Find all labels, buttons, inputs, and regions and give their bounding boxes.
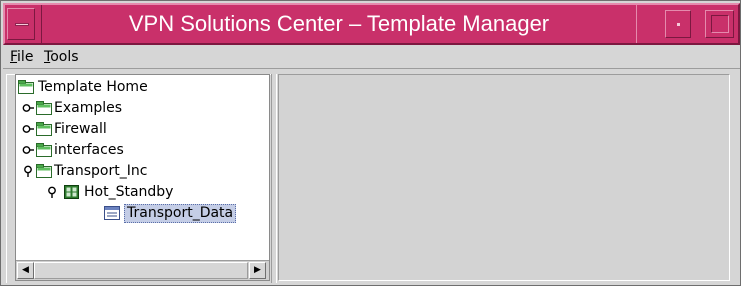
menu-file-mnemonic: F xyxy=(10,49,18,65)
scroll-right-button[interactable]: ▶ xyxy=(249,262,266,279)
title-bar[interactable]: VPN Solutions Center – Template Manager xyxy=(3,3,740,45)
collapsed-handle-icon[interactable] xyxy=(22,102,34,114)
horizontal-scrollbar[interactable]: ◀ ▶ xyxy=(16,260,269,280)
window-menu-icon xyxy=(15,23,29,26)
menu-tools[interactable]: Tools xyxy=(41,47,82,67)
menu-bar: File Tools xyxy=(3,45,740,69)
menu-file[interactable]: File xyxy=(7,47,36,67)
tree-item-label: Transport_Data xyxy=(124,204,237,223)
tree-item-label: Template Home xyxy=(38,79,148,95)
scroll-left-button[interactable]: ◀ xyxy=(17,262,34,279)
window-menu-button[interactable] xyxy=(7,8,35,40)
collapsed-handle-icon[interactable] xyxy=(22,144,34,156)
minimize-icon xyxy=(677,23,680,26)
folder-icon xyxy=(36,122,52,136)
folder-icon xyxy=(36,164,52,178)
template-file-icon xyxy=(104,206,120,220)
window-title: VPN Solutions Center – Template Manager xyxy=(41,5,637,43)
folder-icon xyxy=(18,80,34,94)
expanded-handle-icon[interactable] xyxy=(22,165,34,177)
maximize-icon xyxy=(711,15,729,33)
scroll-thumb[interactable] xyxy=(34,262,248,279)
template-tree[interactable]: Template Home Examples Firewall interfac… xyxy=(16,75,269,259)
left-arrow-icon: ◀ xyxy=(22,265,29,275)
menu-file-label: ile xyxy=(17,49,34,65)
collapsed-handle-icon[interactable] xyxy=(22,123,34,135)
template-group-icon xyxy=(64,185,79,199)
template-detail-pane xyxy=(278,74,730,281)
tree-item-label: Firewall xyxy=(54,121,107,137)
expanded-handle-icon[interactable] xyxy=(46,186,58,198)
tree-item-label: Examples xyxy=(54,100,123,116)
minimize-button[interactable] xyxy=(665,10,691,38)
tree-item-label: interfaces xyxy=(54,142,124,158)
folder-icon xyxy=(36,101,52,115)
maximize-button[interactable] xyxy=(705,10,734,38)
folder-icon xyxy=(36,143,52,157)
split-pane: Template Home Examples Firewall interfac… xyxy=(6,71,737,283)
split-divider[interactable] xyxy=(271,74,277,283)
tree-item-label: Hot_Standby xyxy=(84,184,174,200)
right-arrow-icon: ▶ xyxy=(254,265,261,275)
application-window: VPN Solutions Center – Template Manager … xyxy=(0,0,741,286)
menu-tools-label: ools xyxy=(50,49,79,65)
tree-item-label: Transport_Inc xyxy=(54,163,148,179)
template-tree-pane: Template Home Examples Firewall interfac… xyxy=(15,74,270,281)
